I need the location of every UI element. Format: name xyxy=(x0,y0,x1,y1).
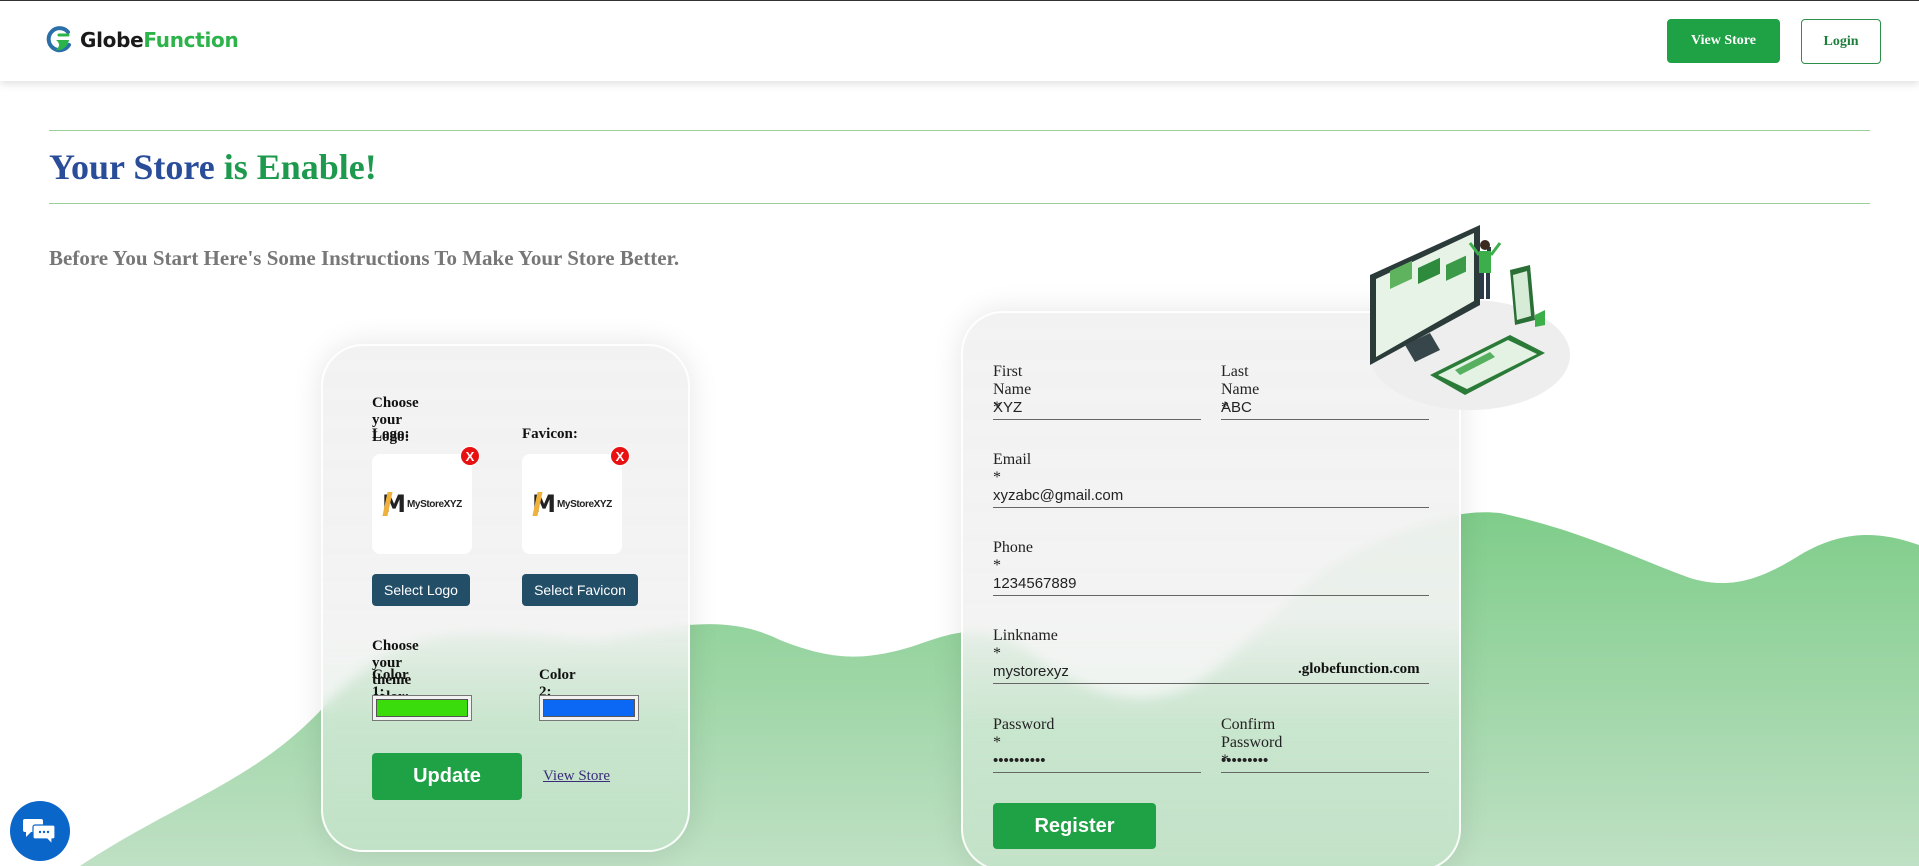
phone-label: Phone * xyxy=(993,539,1033,574)
logo-label: Logo: xyxy=(372,426,410,442)
linkname-label: Linkname * xyxy=(993,627,1058,662)
first-name-input[interactable] xyxy=(993,396,1201,420)
phone-input[interactable] xyxy=(993,572,1429,596)
favicon-preview-text: MyStoreXYZ xyxy=(556,498,612,510)
email-input[interactable] xyxy=(993,484,1429,508)
logo-preview-text: MyStoreXYZ xyxy=(406,498,462,510)
brand-name-part1: Globe xyxy=(80,28,144,52)
password-input[interactable] xyxy=(993,749,1201,773)
color1-picker[interactable] xyxy=(372,695,472,721)
divider-bottom xyxy=(49,203,1870,204)
email-label: Email * xyxy=(993,451,1032,486)
confirm-password-input[interactable] xyxy=(1221,749,1429,773)
brand-name: GlobeFunction xyxy=(80,28,239,52)
globefunction-logo-icon xyxy=(46,26,71,53)
page-title-part2: is Enable! xyxy=(214,147,377,187)
color2-picker[interactable] xyxy=(539,695,639,721)
password-label: Password * xyxy=(993,716,1055,751)
update-button[interactable]: Update xyxy=(372,753,522,800)
brand-name-part2: Function xyxy=(143,28,239,52)
favicon-preview: M MyStoreXYZ xyxy=(522,454,622,554)
remove-logo-icon[interactable]: X xyxy=(460,446,480,466)
logo-preview-image: M MyStoreXYZ xyxy=(382,490,462,518)
favicon-label: Favicon: xyxy=(522,426,578,442)
header-login-button[interactable]: Login xyxy=(1801,19,1881,64)
chat-bubbles-icon xyxy=(23,819,56,846)
devices-illustration xyxy=(1370,225,1570,410)
view-store-link[interactable]: View Store xyxy=(543,768,610,785)
register-button[interactable]: Register xyxy=(993,803,1156,849)
chat-widget-button[interactable] xyxy=(10,801,70,861)
page-title: Your Store is Enable! xyxy=(49,146,377,188)
divider-top xyxy=(49,130,1870,131)
remove-favicon-icon[interactable]: X xyxy=(610,446,630,466)
favicon-preview-image: M MyStoreXYZ xyxy=(532,490,612,518)
brand-logo[interactable]: GlobeFunction xyxy=(44,25,239,55)
instructions-subtitle: Before You Start Here's Some Instruction… xyxy=(49,246,680,270)
color1-swatch xyxy=(376,699,468,717)
select-favicon-button[interactable]: Select Favicon xyxy=(522,574,638,606)
select-logo-button[interactable]: Select Logo xyxy=(372,574,470,606)
color2-swatch xyxy=(543,699,635,717)
page-title-part1: Your Store xyxy=(49,147,215,187)
site-header: GlobeFunction View Store Login xyxy=(0,1,1919,81)
logo-preview: M MyStoreXYZ xyxy=(372,454,472,554)
header-view-store-button[interactable]: View Store xyxy=(1667,19,1780,63)
linkname-domain-suffix: .globefunction.com xyxy=(1298,661,1420,677)
